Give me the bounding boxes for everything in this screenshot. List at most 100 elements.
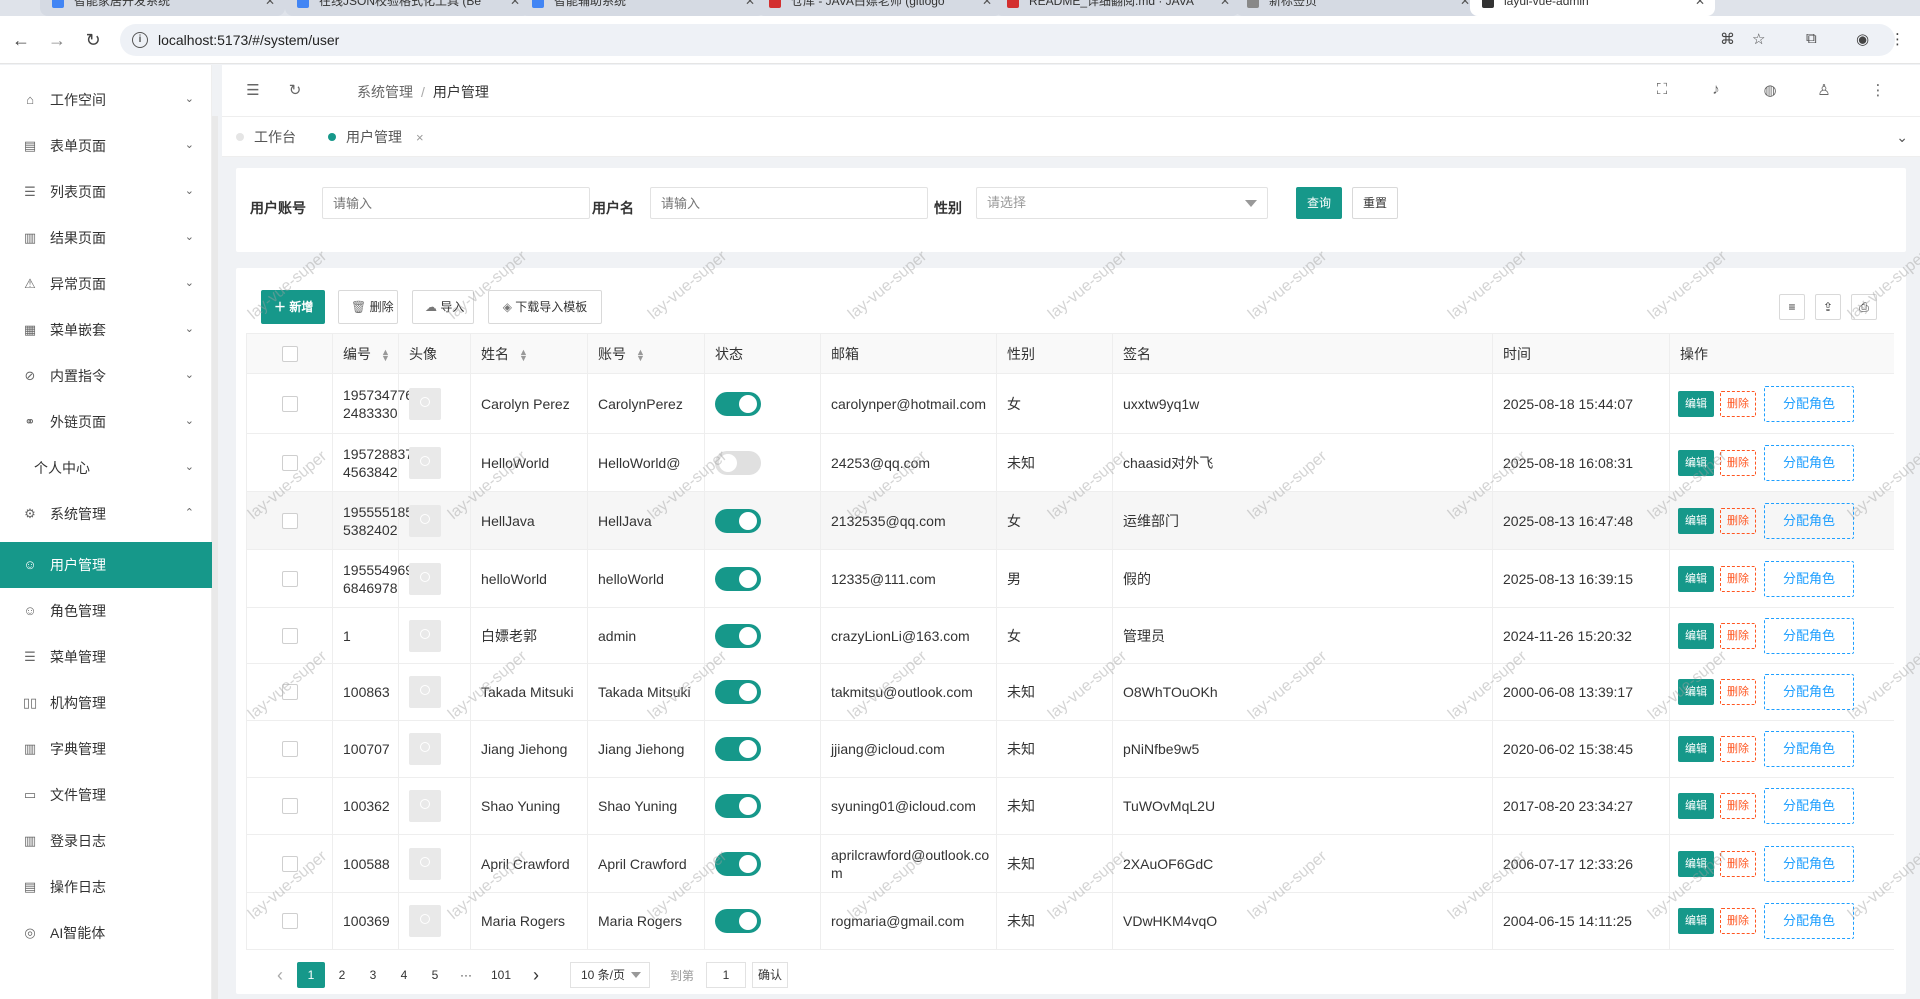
row-checkbox[interactable] [281,913,298,929]
delete-row-button[interactable]: 删除 [1720,793,1756,819]
page-button[interactable]: 5 [421,962,449,988]
edit-button[interactable]: 编辑 [1678,390,1714,417]
status-toggle[interactable] [715,391,761,416]
delete-row-button[interactable]: 删除 [1720,679,1756,705]
assign-role-button[interactable]: 分配角色 [1764,617,1855,654]
chevron-down-icon[interactable]: ⌄ [1896,129,1908,146]
col-account[interactable]: 账号 ▲ ▼ [587,333,705,374]
breadcrumb-parent[interactable]: 系统管理 [357,84,413,100]
page-size-select[interactable]: 10 条/页 [570,962,650,988]
forward-icon[interactable]: → [46,29,68,51]
globe-icon[interactable]: ◍ [1760,81,1780,99]
assign-role-button[interactable]: 分配角色 [1764,560,1855,597]
sidebar-item-login-log[interactable]: ▥ 登录日志 [0,818,212,864]
sidebar-item-directive[interactable]: ⊘ 内置指令 ⌄ [0,353,212,399]
refresh-icon[interactable]: ↻ [285,81,305,99]
status-toggle[interactable] [715,851,761,876]
filter-columns-icon[interactable]: ≡ [1779,294,1805,320]
sidebar-item-user[interactable]: ☺ 用户管理 [0,542,212,588]
edit-button[interactable]: 编辑 [1678,736,1714,762]
row-checkbox[interactable] [281,395,298,412]
edit-button[interactable]: 编辑 [1678,850,1714,877]
translate-icon[interactable]: ⌘ [1720,30,1735,48]
browser-tab[interactable]: 在线JSON校验格式化工具 (Be ✕ [285,0,530,16]
edit-button[interactable]: 编辑 [1678,622,1714,649]
row-checkbox[interactable] [281,741,298,757]
export-icon[interactable]: ⇪ [1815,294,1841,320]
assign-role-button[interactable]: 分配角色 [1764,788,1855,824]
edit-button[interactable]: 编辑 [1678,908,1714,934]
delete-row-button[interactable]: 删除 [1720,622,1756,649]
sidebar-item-error[interactable]: ⚠ 异常页面 ⌄ [0,261,212,307]
sidebar-item-dict[interactable]: ▥ 字典管理 [0,726,212,772]
sidebar-item-gear[interactable]: ⚙ 系统管理 ⌃ [0,491,212,537]
status-toggle[interactable] [715,566,761,591]
sidebar-item-ai[interactable]: ◎ AI智能体 [0,910,212,956]
browser-tab[interactable]: 仓库 - JAVA白嫖老师 (gitlogo ✕ [757,0,1002,16]
delete-row-button[interactable]: 删除 [1720,908,1756,934]
user-icon[interactable]: ♙ [1814,81,1834,99]
prev-page-button[interactable]: ‹ [266,962,294,988]
sidebar-scrollbar[interactable] [212,116,218,999]
table-row[interactable]: 100362 Shao Yuning Shao Yuning syuning01@ic… [246,777,1894,835]
page-button[interactable]: 2 [328,962,356,988]
edit-button[interactable]: 编辑 [1678,679,1714,705]
browser-tab[interactable]: 智能辅助系统 ✕ [520,0,765,16]
sidebar-item-list[interactable]: ☰ 列表页面 ⌄ [0,169,212,215]
username-input[interactable] [650,187,928,219]
browser-menu-icon[interactable]: ⋮ [1890,30,1905,48]
assign-role-button[interactable]: 分配角色 [1764,731,1855,767]
table-row[interactable]: 100707 Jiang Jiehong Jiang Jiehong jjiang@i… [246,720,1894,778]
reset-button[interactable]: 重置 [1352,187,1398,219]
status-toggle[interactable] [715,623,761,648]
page-button[interactable]: 4 [390,962,418,988]
browser-tab[interactable]: 新标签页 ✕ [1235,0,1480,16]
profile-icon[interactable]: ◉ [1856,30,1869,48]
page-ellipsis[interactable]: ··· [452,962,480,988]
sidebar-item-org[interactable]: ▯▯ 机构管理 [0,680,212,726]
back-icon[interactable]: ← [10,29,32,51]
assign-role-button[interactable]: 分配角色 [1764,674,1855,710]
select-all-checkbox[interactable] [281,345,298,362]
assign-role-button[interactable]: 分配角色 [1764,385,1855,422]
tab-workbench[interactable]: 工作台 [236,117,296,157]
edit-button[interactable]: 编辑 [1678,449,1714,476]
page-button[interactable]: 1 [297,962,325,988]
goto-page-input[interactable]: 1 [706,962,747,988]
delete-row-button[interactable]: 删除 [1720,850,1756,877]
row-checkbox[interactable] [281,684,298,700]
status-toggle[interactable] [715,450,761,475]
sort-icon[interactable]: ▲ ▼ [519,347,528,362]
sidebar-item-op-log[interactable]: ▤ 操作日志 [0,864,212,910]
row-checkbox[interactable] [281,627,298,644]
row-checkbox[interactable] [281,512,298,529]
last-page-button[interactable]: 101 [483,962,519,988]
page-button[interactable]: 3 [359,962,387,988]
status-toggle[interactable] [715,737,761,761]
row-checkbox[interactable] [281,855,298,872]
sort-icon[interactable]: ▲ ▼ [381,347,390,362]
assign-role-button[interactable]: 分配角色 [1764,502,1855,539]
assign-role-button[interactable]: 分配角色 [1764,444,1855,481]
print-icon[interactable]: ⎙ [1851,294,1877,320]
gender-select[interactable]: 请选择 [976,187,1268,219]
more-icon[interactable]: ⋮ [1868,81,1888,99]
table-row[interactable]: 100588 April Crawford April Crawford aprilc… [246,834,1894,893]
next-page-button[interactable]: › [522,962,550,988]
fullscreen-icon[interactable]: ⛶ [1652,81,1672,98]
address-bar[interactable]: i localhost:5173/#/system/user ⌘ ☆ ⧉ ◉ ⋮ [120,24,1905,56]
goto-confirm-button[interactable]: 确认 [752,962,789,988]
status-toggle[interactable] [715,909,761,933]
close-icon[interactable]: ✕ [1220,0,1230,8]
table-row[interactable]: 1957288374694563842 HelloWorld HelloWorld@… [246,433,1894,492]
reload-icon[interactable]: ↻ [82,29,104,51]
sidebar-item-profile[interactable]: 个人中心 ⌄ [0,445,212,491]
status-toggle[interactable] [715,508,761,533]
table-row[interactable]: 1957347763392483330 Carolyn Perez CarolynP… [246,373,1894,434]
sidebar-item-form[interactable]: ▤ 表单页面 ⌄ [0,123,212,169]
sidebar-item-menu[interactable]: ☰ 菜单管理 [0,634,212,680]
close-icon[interactable]: ✕ [265,0,275,8]
browser-tab[interactable]: layui-vue-admin ✕ [1470,0,1715,16]
download-template-button[interactable]: ◈ 下载导入模板 [488,290,602,324]
sort-icon[interactable]: ▲ ▼ [636,347,645,362]
